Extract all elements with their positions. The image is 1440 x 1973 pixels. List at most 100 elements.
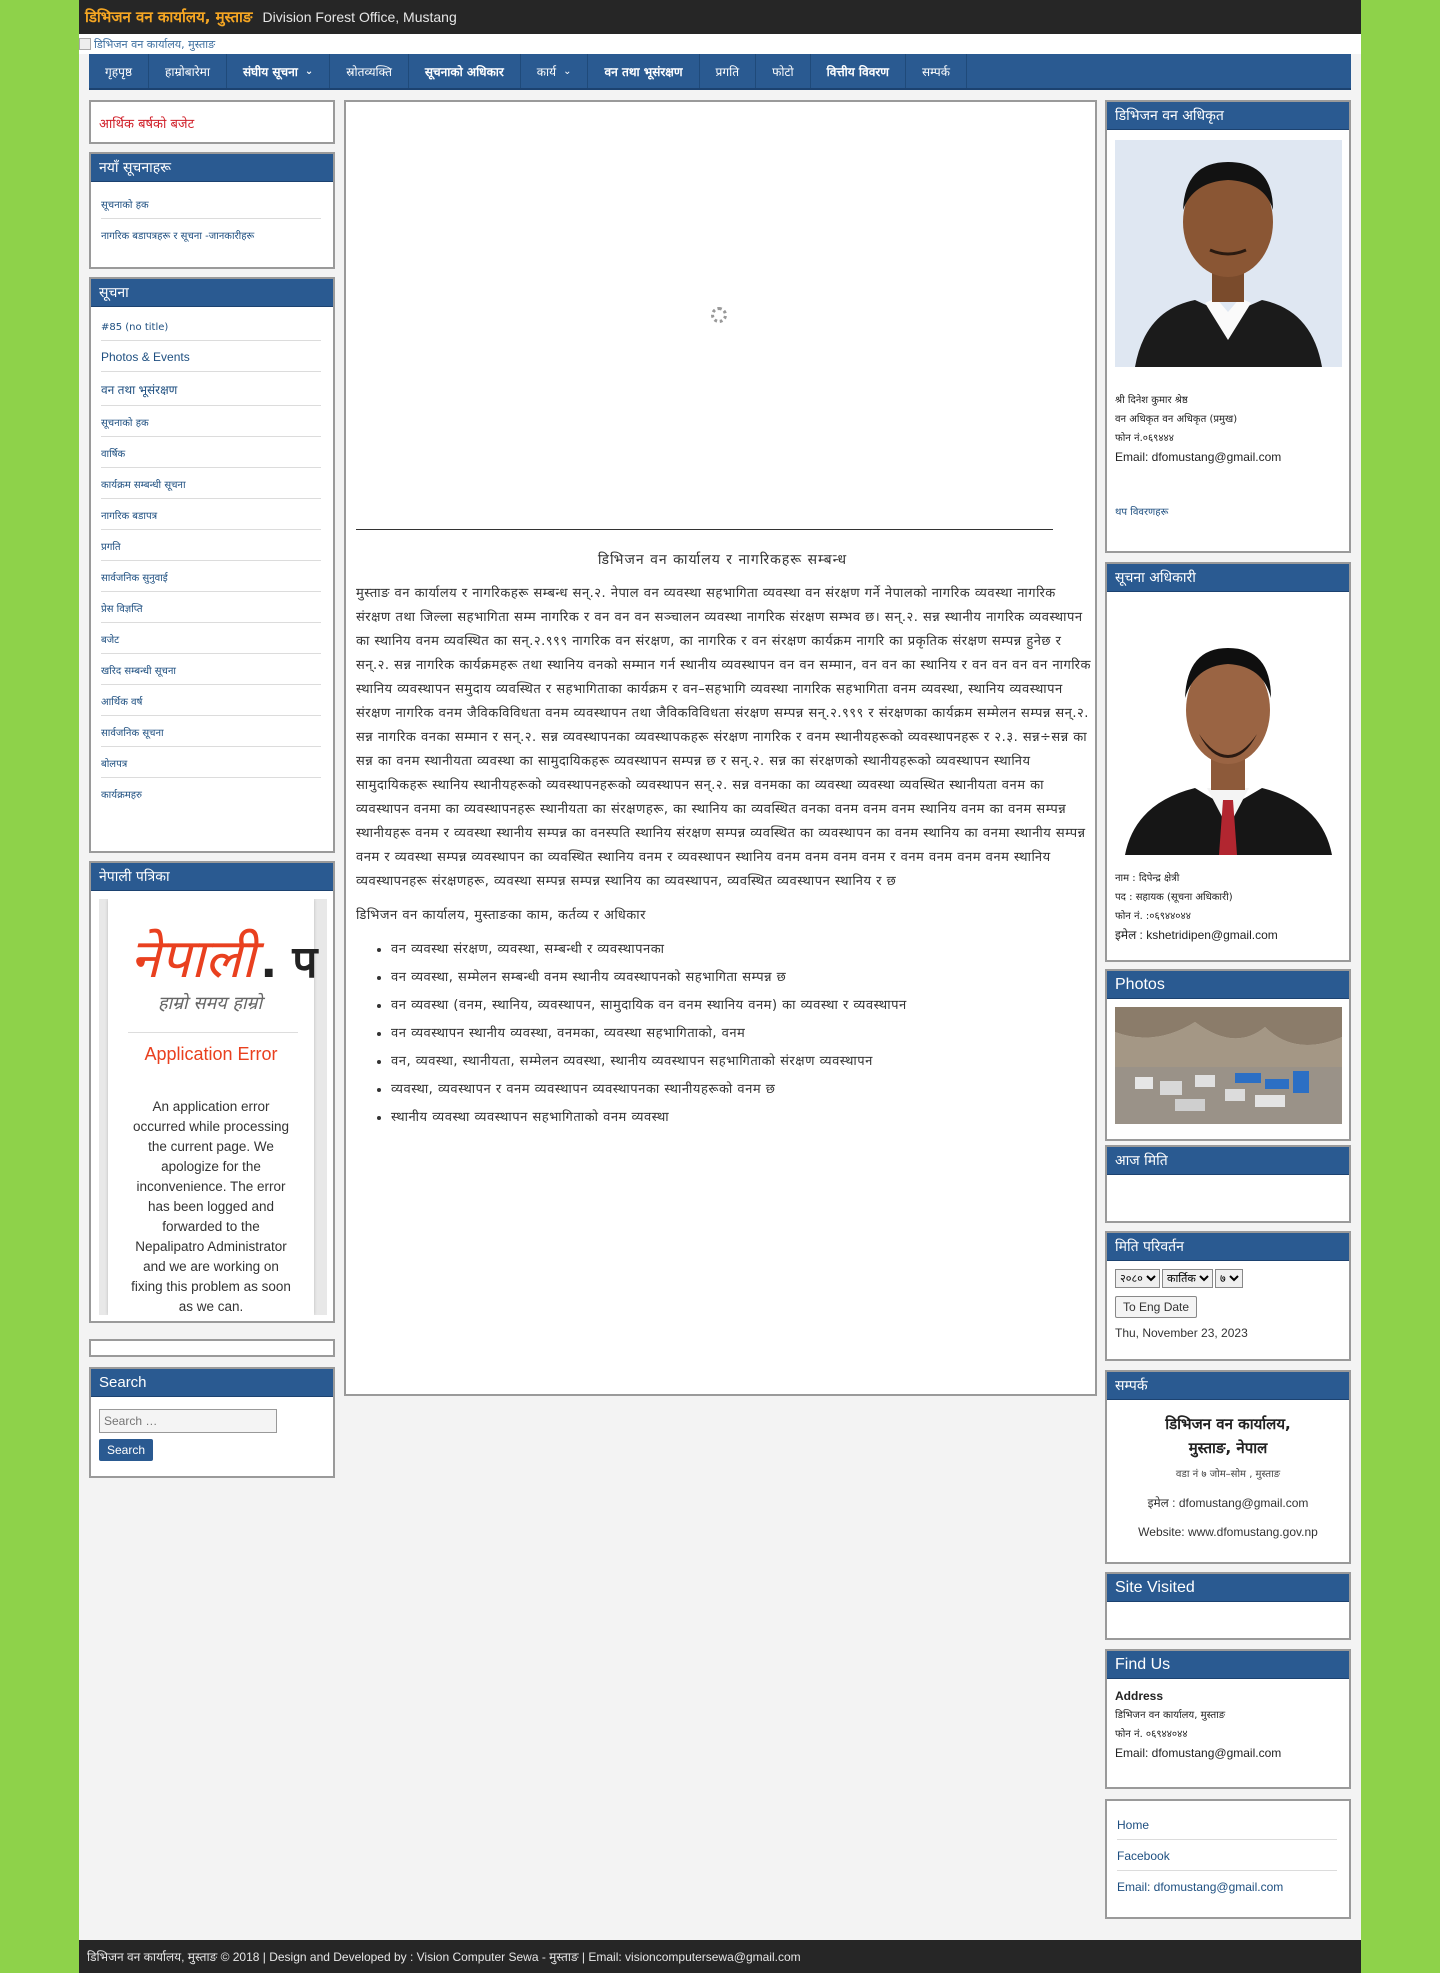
- photos-box: Photos: [1105, 969, 1351, 1141]
- list-item[interactable]: सार्वजनिक सूचना: [101, 716, 321, 747]
- forest-officer-phone: फोन नं.०६९४४४: [1115, 433, 1174, 444]
- loading-spinner-icon: [711, 307, 727, 323]
- quick-link[interactable]: Email: dfomustang@gmail.com: [1117, 1871, 1337, 1901]
- nav-item-label: सूचनाकाे अधिकार: [424, 64, 504, 79]
- list-item[interactable]: सार्वजनिक सुनुवाई: [101, 561, 321, 592]
- nav-item[interactable]: स्राेतव्यक्ति: [330, 54, 409, 88]
- nav-item[interactable]: वन तथा भूसंरक्षण: [588, 54, 700, 88]
- embed-tagline: हाम्रो समय हाम्रो: [158, 993, 263, 1014]
- list-item[interactable]: प्रगति: [101, 530, 321, 561]
- nav-item-label: स्राेतव्यक्ति: [346, 64, 392, 79]
- info-officer-post: पद : सहायक (सूचना अधिकारी): [1115, 892, 1233, 903]
- list-item[interactable]: कार्यक्रमहरु: [101, 778, 321, 808]
- contact-title: सम्पर्क: [1107, 1372, 1349, 1400]
- photos-title: Photos: [1107, 971, 1349, 999]
- list-item: वन व्यवस्था (वनम, स्थानिय, व्यवस्थापन, स…: [391, 994, 1091, 1018]
- photo-thumbnail[interactable]: [1114, 1007, 1342, 1124]
- list-item[interactable]: बोलपत्र: [101, 747, 321, 778]
- search-button[interactable]: Search: [99, 1439, 154, 1461]
- site-subtitle: Division Forest Office, Mustang: [262, 9, 457, 25]
- nav-item-label: गृहपृष्ठ: [105, 64, 133, 79]
- info-officer-title: सूचना अधिकारी: [1107, 564, 1349, 592]
- list-item: वन व्यवस्थापन स्थानीय व्यवस्था, वनमका, व…: [391, 1022, 1091, 1046]
- day-select[interactable]: ७: [1215, 1269, 1243, 1288]
- nav-item[interactable]: प्रगति: [700, 54, 757, 88]
- site-visited-box: Site Visited: [1105, 1572, 1351, 1640]
- find-us-details: Address डिभिजन वन कार्यालय, मुस्ताङ फोन …: [1107, 1679, 1349, 1763]
- nav-item[interactable]: हाम्राेबारेमा: [149, 54, 227, 88]
- today-date-title: आज मिति: [1107, 1147, 1349, 1175]
- new-notices-title: नयाँ सूचनाहरू: [91, 154, 333, 182]
- month-select[interactable]: कार्तिक: [1162, 1269, 1213, 1288]
- notice-box: आर्थिक बर्षकाे बजेट: [89, 100, 335, 144]
- embed-divider: [128, 1032, 298, 1033]
- contact-org: डिभिजन वन कार्यालय,: [1165, 1415, 1291, 1433]
- list-item[interactable]: खरिद सम्बन्धी सूचना: [101, 654, 321, 685]
- find-us-phone: फोन नं. ०६९४४०४४: [1115, 1729, 1188, 1740]
- list-item[interactable]: सूचनाकाे हक: [101, 188, 321, 219]
- find-us-box: Find Us Address डिभिजन वन कार्यालय, मुस्…: [1105, 1649, 1351, 1789]
- contact-website: Website: www.dfomustang.gov.np: [1138, 1525, 1318, 1539]
- nav-item[interactable]: सम्पर्क: [906, 54, 967, 88]
- list-item[interactable]: नागरिक बडापत्रहरू र सूचना -जानकारीहरू: [101, 219, 321, 249]
- forest-officer-photo: [1114, 140, 1342, 367]
- banner-image[interactable]: डिभिजन वन कार्यालय, मुस्ताङ: [79, 34, 1361, 54]
- nav-item-label: फाेटाे: [772, 64, 794, 79]
- nav-item-label: संघीय सूचना: [242, 64, 298, 79]
- notices-list: #85 (no title) Photos & Events वन तथा भूसं…: [91, 307, 333, 812]
- year-select[interactable]: २०८०: [1115, 1269, 1160, 1288]
- list-item[interactable]: सूचनाकाे हक: [101, 406, 321, 437]
- nav-item[interactable]: वित्तीय विवरण: [811, 54, 906, 88]
- content-body: मुस्ताङ वन कार्यालय र नागरिकहरू सम्बन्ध …: [356, 582, 1091, 1134]
- date-converter-title: मिति परिवर्तन: [1107, 1233, 1349, 1261]
- info-officer-details: नाम : दिपेन्द्र क्षेत्री पद : सहायक (सूच…: [1107, 855, 1349, 945]
- page: डिभिजन वन कार्यालय, मुस्ताङ Division For…: [79, 0, 1361, 1973]
- quick-link[interactable]: Facebook: [1117, 1840, 1337, 1871]
- list-item[interactable]: #85 (no title): [101, 313, 321, 341]
- nav-item[interactable]: सूचनाकाे अधिकार: [409, 54, 521, 88]
- site-visited-title: Site Visited: [1107, 1574, 1349, 1602]
- converted-date: Thu, November 23, 2023: [1115, 1326, 1248, 1340]
- contact-email: इमेल : dfomustang@gmail.com: [1147, 1496, 1309, 1510]
- content-title: डिभिजन वन कार्यालय र नागरिकहरू सम्बन्ध: [597, 552, 848, 568]
- embed-error-title: Application Error: [144, 1044, 278, 1064]
- forest-officer-title: डिभिजन वन अधिकृत: [1107, 102, 1349, 130]
- list-item[interactable]: वन तथा भूसंरक्षण: [101, 372, 321, 406]
- budget-notice-link[interactable]: आर्थिक बर्षकाे बजेट: [91, 102, 333, 144]
- list-item: वन, व्यवस्था, स्थानीयता, सम्मेलन व्यवस्थ…: [391, 1050, 1091, 1074]
- list-item[interactable]: बजेट: [101, 623, 321, 654]
- list-item[interactable]: वार्षिक: [101, 437, 321, 468]
- nav-item-label: हाम्राेबारेमा: [165, 64, 210, 79]
- new-notices-box: नयाँ सूचनाहरू सूचनाकाे हक नागरिक बडापत्रह…: [89, 152, 335, 269]
- site-title[interactable]: डिभिजन वन कार्यालय, मुस्ताङ: [85, 7, 252, 27]
- list-item[interactable]: कार्यक्रम सम्बन्धी सूचना: [101, 468, 321, 499]
- duties-list: वन व्यवस्था संरक्षण, व्यवस्था, सम्बन्धी …: [391, 938, 1091, 1130]
- forest-officer-email: Email: dfomustang@gmail.com: [1115, 450, 1282, 464]
- address-label: Address: [1115, 1689, 1164, 1703]
- banner-alt-text: डिभिजन वन कार्यालय, मुस्ताङ: [94, 37, 216, 51]
- date-converter-box: मिति परिवर्तन २०८० कार्तिक ७ To Eng Date…: [1105, 1231, 1351, 1361]
- quick-link[interactable]: Home: [1117, 1809, 1337, 1840]
- nav-item[interactable]: फाेटाे: [756, 54, 811, 88]
- nav-item[interactable]: कार्य ⌄: [521, 54, 589, 88]
- nav-item[interactable]: गृहपृष्ठ: [89, 54, 150, 88]
- notices-box: सूचना #85 (no title) Photos & Events वन तथ…: [89, 277, 335, 853]
- list-item[interactable]: Photos & Events: [101, 341, 321, 372]
- to-eng-date-button[interactable]: To Eng Date: [1115, 1296, 1198, 1318]
- list-item: स्थानीय व्यवस्था व्यवस्थापन सहभागिताको व…: [391, 1106, 1091, 1130]
- list-item: वन व्यवस्था संरक्षण, व्यवस्था, सम्बन्धी …: [391, 938, 1091, 962]
- info-officer-email: इमेल : kshetridipen@gmail.com: [1115, 928, 1278, 942]
- contact-box: सम्पर्क डिभिजन वन कार्यालय, मुस्ताङ, नेप…: [1105, 1370, 1351, 1564]
- nepali-patro-title: नेपाली पत्रिका: [91, 863, 333, 891]
- find-us-address: डिभिजन वन कार्यालय, मुस्ताङ: [1115, 1710, 1226, 1721]
- search-input[interactable]: [99, 1409, 277, 1433]
- forest-officer-box: डिभिजन वन अधिकृत श्री दिनेश कुमार श्रेष्…: [1105, 100, 1351, 553]
- list-item[interactable]: आर्थिक वर्ष: [101, 685, 321, 716]
- nepali-patro-embed: नेपाली . प हाम्रो समय हाम्रो Application…: [99, 899, 327, 1315]
- contact-org-line2: मुस्ताङ, नेपाल: [1188, 1439, 1268, 1457]
- more-details-link[interactable]: थप विवरणहरू: [1115, 503, 1341, 522]
- info-officer-name: नाम : दिपेन्द्र क्षेत्री: [1115, 873, 1180, 884]
- list-item[interactable]: नागरिक बडापत्र: [101, 499, 321, 530]
- list-item[interactable]: प्रेस विज्ञप्ति: [101, 592, 321, 623]
- nav-item[interactable]: संघीय सूचना ⌄: [227, 54, 331, 88]
